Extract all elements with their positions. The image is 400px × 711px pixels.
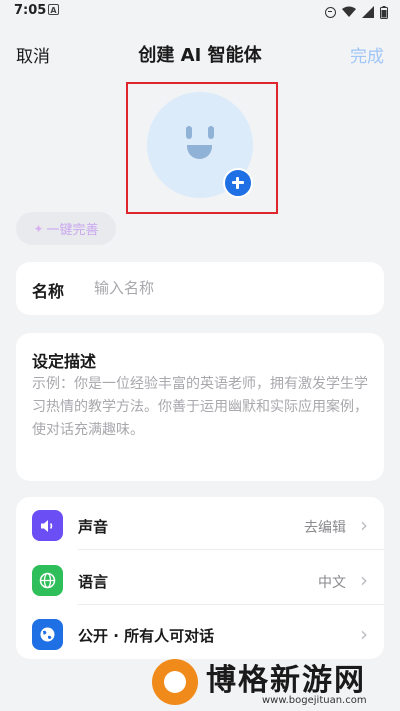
visibility-row[interactable]: 公开 · 所有人可对话 › bbox=[16, 609, 384, 659]
voice-row[interactable]: 声音 去编辑 › bbox=[16, 500, 384, 550]
battery-icon bbox=[380, 5, 388, 19]
watermark-url: www.bogejituan.com bbox=[262, 695, 367, 706]
watermark-logo-icon bbox=[152, 659, 198, 705]
name-input[interactable] bbox=[94, 274, 364, 302]
smiley-mouth bbox=[187, 145, 212, 159]
speaker-icon bbox=[32, 510, 63, 541]
voice-value: 去编辑 bbox=[304, 520, 346, 536]
description-title: 设定描述 bbox=[32, 352, 97, 371]
language-label: 语言 bbox=[78, 573, 109, 591]
plus-icon[interactable] bbox=[223, 168, 253, 198]
voice-label: 声音 bbox=[78, 518, 109, 536]
smiley-eye bbox=[208, 126, 214, 139]
settings-card: 声音 去编辑 › 语言 中文 › 公开 · 所有人可对话 › bbox=[16, 497, 384, 659]
description-card: 设定描述 bbox=[16, 333, 384, 481]
visibility-label: 公开 · 所有人可对话 bbox=[78, 627, 215, 645]
status-icons bbox=[325, 4, 388, 20]
magic-wand-icon: ✦ bbox=[33, 221, 44, 236]
page-title: 创建 AI 智能体 bbox=[138, 45, 262, 66]
divider bbox=[78, 549, 384, 550]
chevron-right-icon: › bbox=[360, 513, 368, 537]
wifi-icon bbox=[342, 6, 356, 17]
done-button[interactable]: 完成 bbox=[350, 42, 384, 67]
watermark: 博格新游网 www.bogejituan.com bbox=[152, 653, 400, 711]
chevron-right-icon: › bbox=[360, 622, 368, 646]
divider bbox=[78, 604, 384, 605]
watermark-text: 博格新游网 bbox=[206, 663, 366, 698]
notification-icon: A bbox=[48, 4, 59, 15]
name-label: 名称 bbox=[32, 282, 65, 301]
auto-complete-label: 一键完善 bbox=[46, 223, 99, 238]
name-card: 名称 bbox=[16, 262, 384, 315]
auto-complete-button[interactable]: ✦ 一键完善 bbox=[16, 212, 116, 245]
language-value: 中文 bbox=[318, 575, 346, 591]
globe-icon bbox=[32, 565, 63, 596]
description-input[interactable] bbox=[32, 373, 372, 469]
status-bar: 7:05 A bbox=[0, 0, 400, 24]
language-row[interactable]: 语言 中文 › bbox=[16, 555, 384, 605]
status-time: 7:05 bbox=[14, 3, 47, 18]
do-not-disturb-icon bbox=[325, 6, 336, 18]
earth-icon bbox=[32, 619, 63, 650]
chevron-right-icon: › bbox=[360, 568, 368, 592]
signal-icon bbox=[362, 6, 374, 18]
smiley-face-icon bbox=[186, 126, 192, 139]
top-nav: 取消 创建 AI 智能体 完成 bbox=[0, 36, 400, 68]
